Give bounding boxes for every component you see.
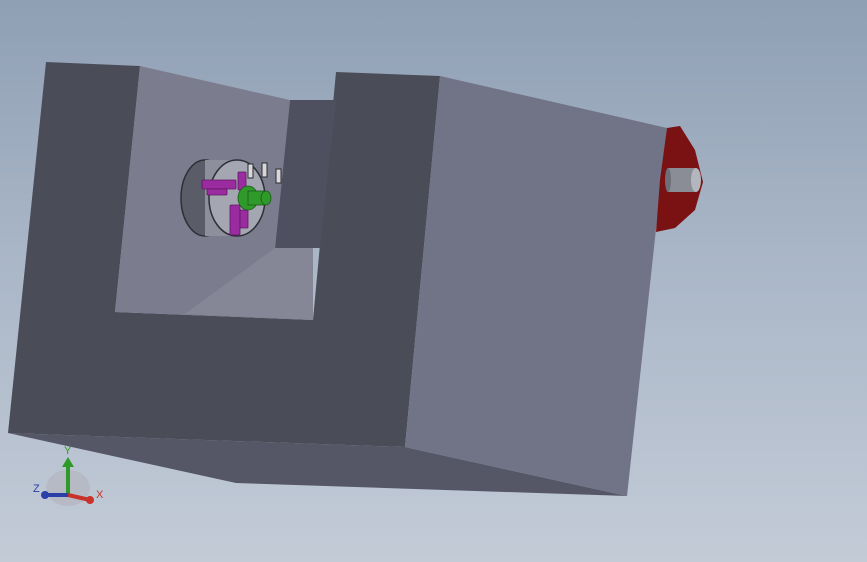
x-axis-label: X (96, 489, 104, 501)
z-axis-head (41, 491, 49, 499)
graphics-viewport[interactable]: Y X Z (0, 0, 867, 562)
x-axis-head (86, 496, 94, 504)
y-axis-label: Y (64, 445, 72, 457)
shaft-stub[interactable] (665, 168, 701, 192)
right-block-side-face[interactable] (405, 76, 667, 496)
cad-model-view[interactable] (0, 0, 867, 562)
y-axis-head (62, 457, 74, 467)
orientation-triad: Y X Z (33, 445, 104, 506)
z-axis-label: Z (33, 483, 40, 495)
